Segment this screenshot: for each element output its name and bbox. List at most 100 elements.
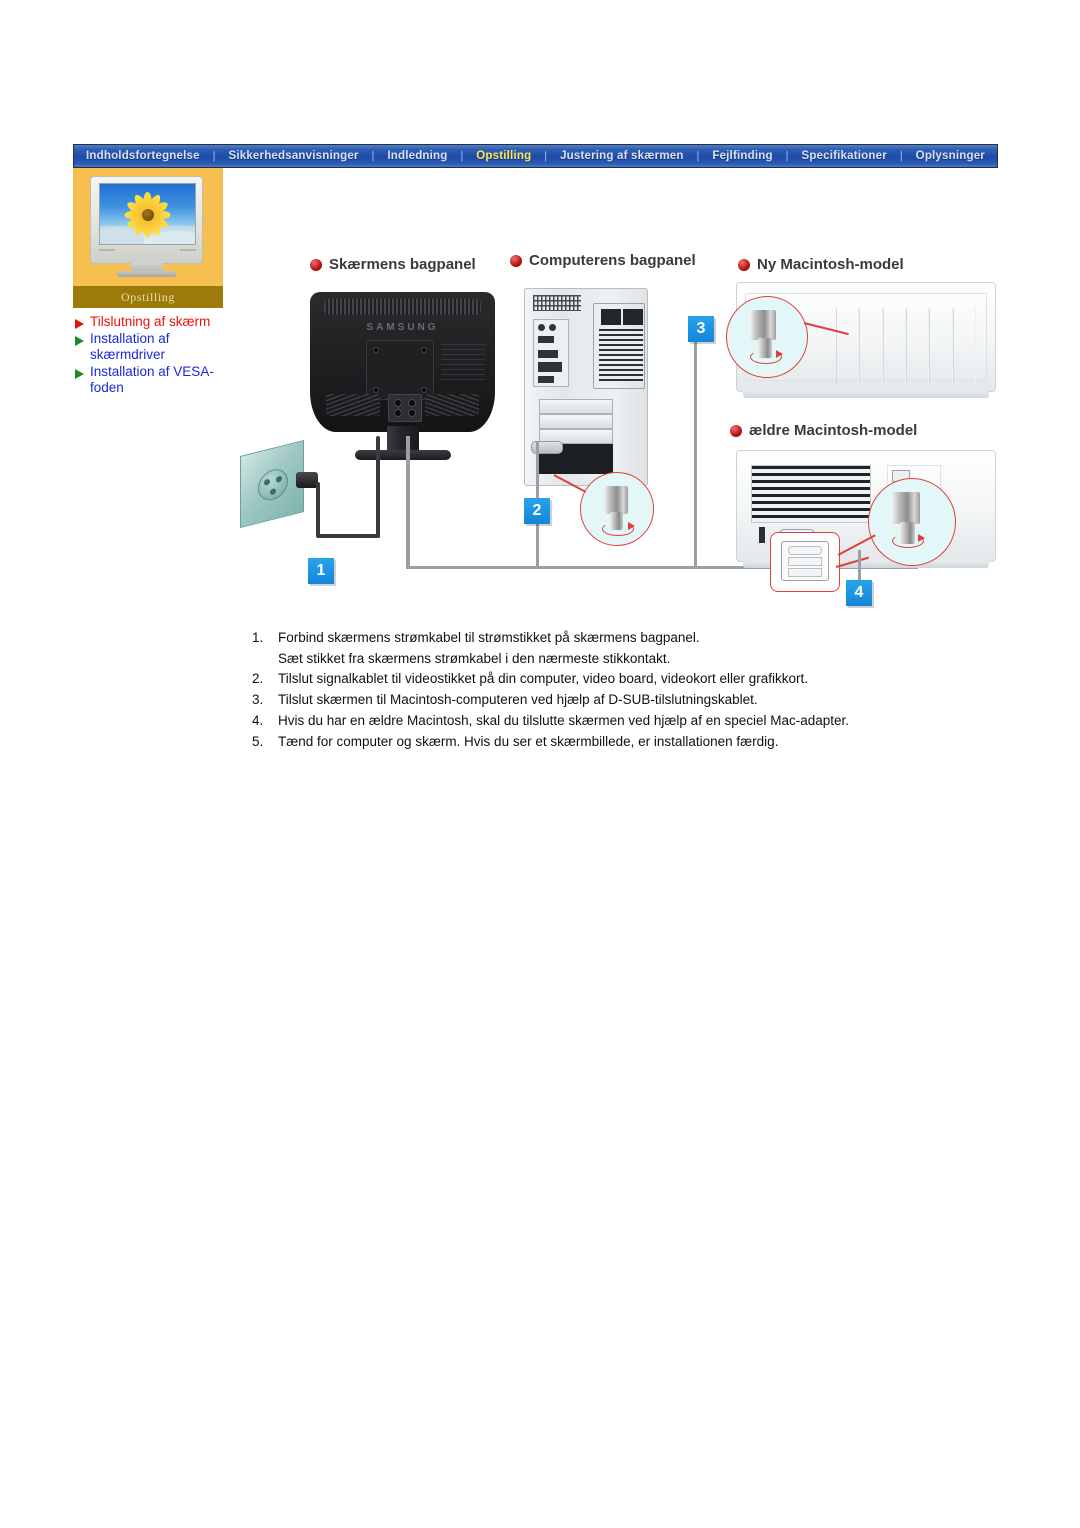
triangle-bullet-icon (75, 369, 84, 379)
callout-badge-4: 4 (846, 580, 872, 606)
mac-old-vent-grille (751, 465, 871, 523)
diagram-heading-label: Skærmens bagpanel (329, 256, 476, 273)
sidebar-banner-label: Opstilling (120, 289, 175, 304)
instruction-number: 3. (252, 692, 264, 707)
instruction-item-1: 1. Forbind skærmens strømkabel til strøm… (252, 628, 1012, 648)
nav-separator: | (899, 150, 903, 162)
diagram-heading-label: Computerens bagpanel (529, 252, 696, 269)
sidebar-item-label: Installation af skærmdriver (90, 331, 170, 362)
red-dot-icon (738, 258, 750, 271)
sidebar-item-tilslutning-af-skaerm[interactable]: Tilslutning af skærm (73, 314, 223, 330)
tower-fan-left (601, 309, 621, 325)
monitor-brand-label: SAMSUNG (366, 322, 439, 333)
main-navigation-bar: Indholdsfortegnelse | Sikkerhedsanvisnin… (73, 144, 998, 168)
instruction-item-3: 3. Tilslut skærmen til Macintosh-compute… (252, 690, 1012, 710)
instruction-number: 4. (252, 713, 264, 728)
monitor-rear-illustration: SAMSUNG (310, 292, 495, 460)
signal-cable-segment (406, 436, 410, 568)
callout-badge-2: 2 (524, 498, 550, 524)
sidebar-item-installation-af-vesa-foden[interactable]: Installation af VESA-foden (73, 364, 223, 396)
instruction-item-2: 2. Tilslut signalkablet til videostikket… (252, 669, 1012, 689)
flower-center (141, 209, 154, 222)
monitor-bottom-vents-right (425, 394, 479, 416)
nav-separator: | (544, 150, 548, 162)
computer-tower-illustration (524, 288, 648, 486)
diagram-heading-new-mac: Ny Macintosh-model (738, 256, 904, 273)
monitor-illustration (90, 176, 203, 277)
power-plug-icon (296, 472, 318, 488)
callout-badge-3: 3 (688, 316, 714, 342)
thumbscrew-illustration (750, 310, 776, 340)
vesa-mount-plate (366, 340, 434, 400)
nav-item-justering-af-skaermen[interactable]: Justering af skærmen (556, 149, 688, 163)
callout-badge-1: 1 (308, 558, 334, 584)
diagram-heading-monitor-rear: Skærmens bagpanel (310, 256, 476, 273)
wall-outlet-illustration (240, 440, 304, 528)
mac-adapter-highlight-box (770, 532, 840, 592)
instruction-item-4: 4. Hvis du har en ældre Macintosh, skal … (252, 711, 1012, 731)
sidebar-item-installation-af-skaermdriver[interactable]: Installation af skærmdriver (73, 331, 223, 363)
triangle-bullet-icon (75, 336, 84, 346)
nav-item-opstilling[interactable]: Opstilling (472, 149, 535, 163)
nav-item-specifikationer[interactable]: Specifikationer (797, 149, 890, 163)
mac-base-strip (743, 391, 989, 398)
dsub-cable-to-new-mac (694, 320, 697, 568)
mac-expansion-slots (836, 308, 976, 386)
power-cable-segment (316, 482, 320, 536)
monitor-bottom-vents-left (326, 394, 380, 416)
diagram-heading-old-mac: ældre Macintosh-model (730, 422, 917, 439)
monitor-rear-body: SAMSUNG (310, 292, 495, 432)
tower-io-panel (533, 319, 569, 387)
triangle-bullet-icon (75, 319, 84, 329)
instruction-number: 1. (252, 630, 264, 645)
monitor-bezel (99, 245, 196, 254)
rotation-arrow-head-icon (776, 350, 783, 358)
nav-item-indledning[interactable]: Indledning (383, 149, 451, 163)
instruction-list: 1. Forbind skærmens strømkabel til strøm… (252, 628, 1012, 753)
tower-psu-vents (599, 329, 643, 381)
nav-item-oplysninger[interactable]: Oplysninger (912, 149, 989, 163)
monitor-port-cluster (388, 394, 422, 422)
monitor-screen-image (99, 183, 196, 245)
red-dot-icon (730, 424, 742, 437)
instruction-text: Hvis du har en ældre Macintosh, skal du … (278, 713, 850, 728)
sunflower-icon (124, 192, 171, 239)
monitor-stand-foot (116, 271, 177, 277)
tower-fan-right (623, 309, 643, 325)
instruction-number: 5. (252, 734, 264, 749)
tower-expansion-slots (539, 399, 613, 474)
monitor-rear-stand-foot (354, 450, 451, 460)
instruction-text: Tilslut skærmen til Macintosh-computeren… (278, 692, 758, 707)
sidebar-item-label: Tilslutning af skærm (90, 314, 211, 329)
diagram-heading-computer-rear: Computerens bagpanel (510, 252, 696, 269)
instruction-number: 2. (252, 671, 264, 686)
nav-separator: | (460, 150, 464, 162)
instruction-text: Forbind skærmens strømkabel til strømsti… (278, 630, 700, 645)
instruction-subtext-1: Sæt stikket fra skærmens strømkabel i de… (278, 651, 671, 666)
mac-adapter-body (781, 541, 829, 581)
monitor-rating-label (441, 344, 485, 380)
nav-separator: | (785, 150, 789, 162)
sidebar-section-banner: Opstilling (73, 286, 223, 308)
instruction-text: Tilslut signalkablet til videostikket på… (278, 671, 809, 686)
power-cable-segment (316, 534, 380, 538)
instruction-item-5: 5. Tænd for computer og skærm. Hvis du s… (252, 732, 1012, 752)
rotation-arrow-head-icon (628, 522, 635, 530)
diagram-heading-label: ældre Macintosh-model (749, 422, 918, 439)
nav-item-indholdsfortegnelse[interactable]: Indholdsfortegnelse (82, 149, 204, 163)
sidebar: Opstilling Tilslutning af skærm Installa… (73, 168, 223, 397)
power-cable-segment (376, 436, 380, 538)
thumbscrew-illustration (892, 492, 920, 524)
diagram-heading-label: Ny Macintosh-model (757, 256, 904, 273)
nav-item-sikkerhedsanvisninger[interactable]: Sikkerhedsanvisninger (224, 149, 362, 163)
connection-diagram: Skærmens bagpanel Computerens bagpanel N… (228, 250, 1000, 615)
thumbscrew-illustration (604, 486, 628, 514)
nav-separator: | (371, 150, 375, 162)
nav-item-fejlfinding[interactable]: Fejlfinding (708, 149, 776, 163)
nav-separator: | (696, 150, 700, 162)
red-dot-icon (310, 258, 322, 271)
outlet-socket-face (258, 466, 288, 504)
monitor-top-vents (324, 299, 481, 315)
rotation-arrow-head-icon (918, 534, 925, 542)
instruction-text: Tænd for computer og skærm. Hvis du ser … (278, 734, 779, 749)
